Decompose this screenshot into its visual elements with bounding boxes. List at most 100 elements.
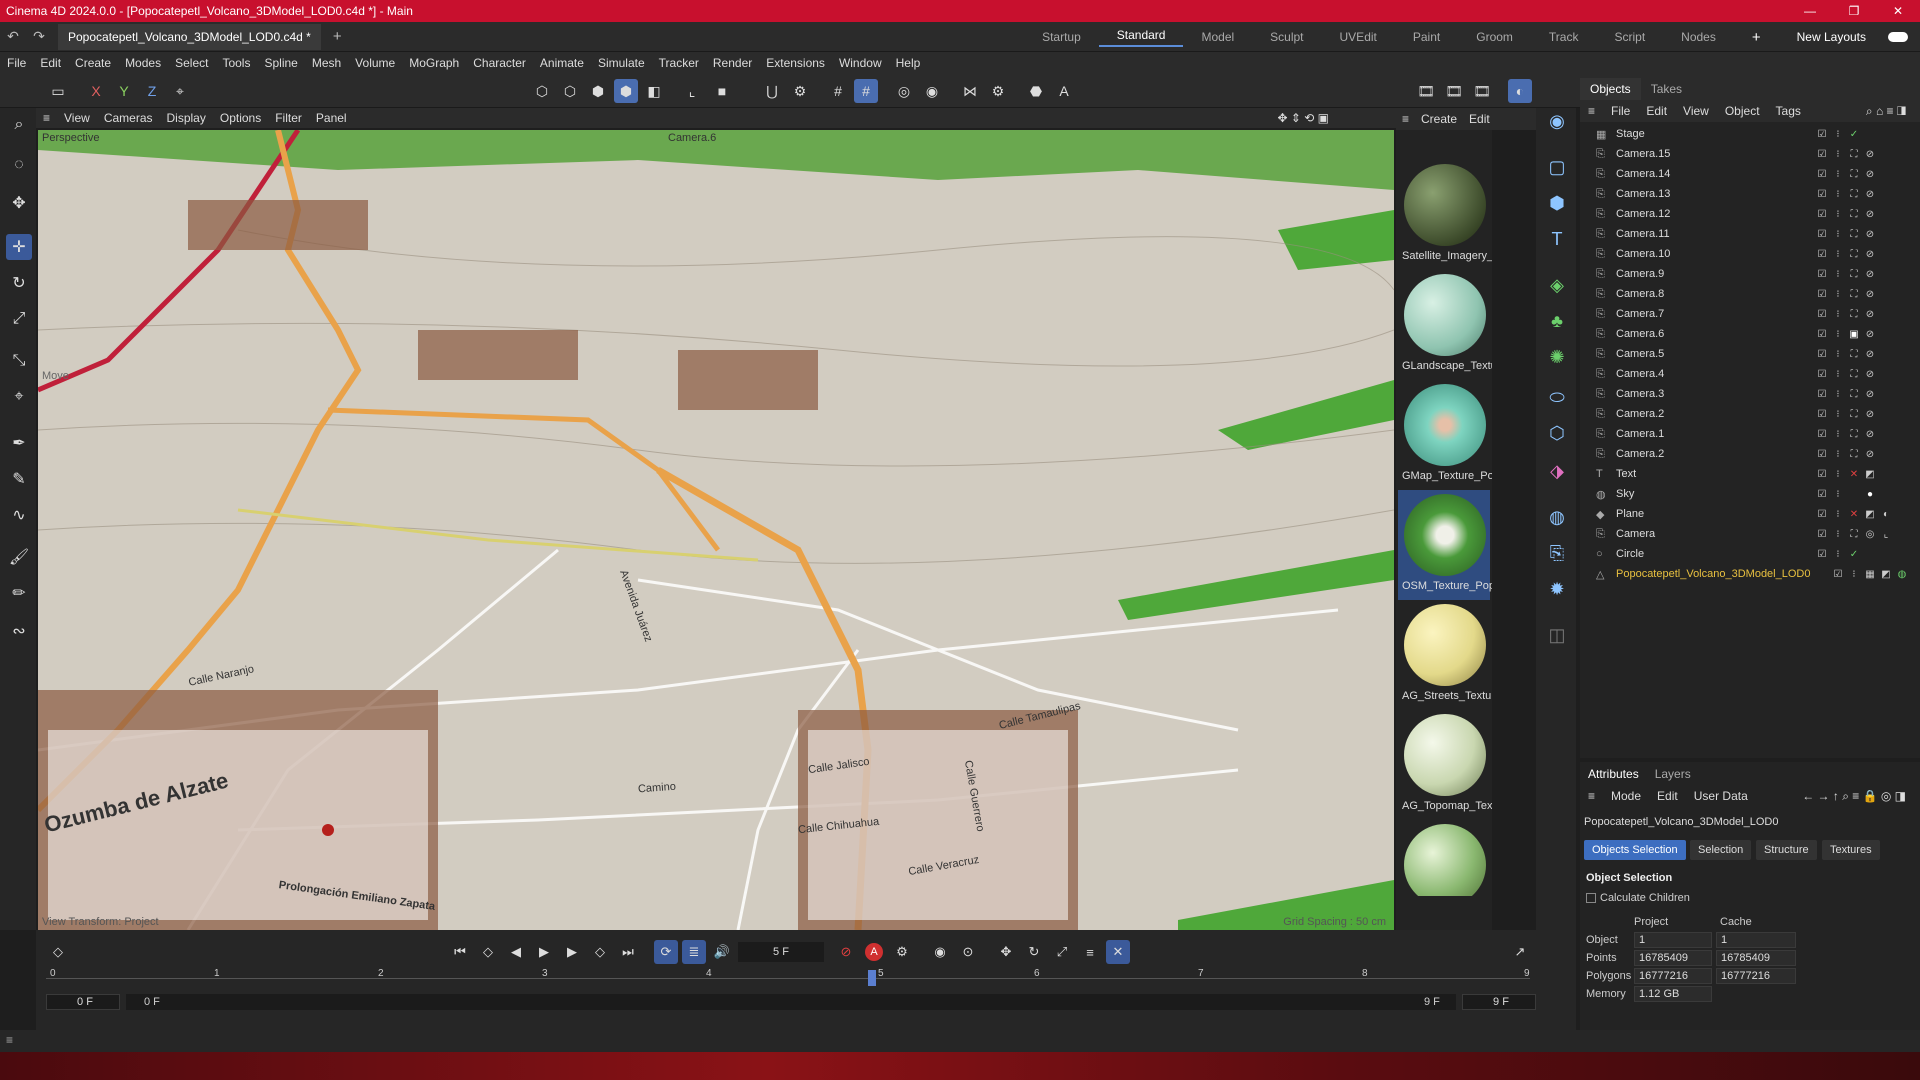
undo-icon[interactable]: ↶ (0, 28, 26, 45)
attribute-menu-user-data[interactable]: User Data (1686, 789, 1756, 803)
viewport[interactable]: Perspective Camera.6 Move Ozumba de Alza… (38, 130, 1394, 930)
material-swatch[interactable]: AG_Topomap_Tex (1398, 710, 1492, 820)
camera-rig-icon[interactable]: ⎘ (1544, 540, 1570, 566)
object-row[interactable]: △ Popocatepetl_Volcano_3DModel_LOD0 ☑ ⁝ ▦ ◩ ◍ (1594, 564, 1920, 584)
texture-mode-icon[interactable]: ◧ (642, 79, 666, 103)
object-row[interactable]: ⎘ Camera.11 ☑ ⁝ ⛶ ⊘ (1594, 224, 1920, 244)
attribute-hamburger-icon[interactable]: ≡ (1580, 789, 1603, 803)
edges-mode-icon[interactable]: ⬡ (558, 79, 582, 103)
playback-mode-icon[interactable]: ≣ (682, 940, 706, 964)
maximize-icon[interactable]: ❐ (1832, 0, 1876, 22)
menu-render[interactable]: Render (706, 56, 759, 70)
render-picture-icon[interactable]: 🎞 (1442, 79, 1466, 103)
material-hamburger-icon[interactable]: ≡ (1396, 112, 1415, 126)
disabled-tool-icon[interactable]: ◫ (1544, 622, 1570, 648)
spline-pen-icon[interactable]: ✒ (6, 430, 32, 456)
layout-sculpt[interactable]: Sculpt (1252, 30, 1321, 44)
layout-nodes[interactable]: Nodes (1663, 30, 1734, 44)
record-icon[interactable]: ⊘ (834, 940, 858, 964)
primitive-cube-icon[interactable]: ▢ (1544, 154, 1570, 180)
tool-settings-icon[interactable]: ⚙ (986, 79, 1010, 103)
object-hamburger-icon[interactable]: ≡ (1580, 104, 1603, 118)
key-settings-icon[interactable]: ⚙ (890, 940, 914, 964)
menu-animate[interactable]: Animate (533, 56, 591, 70)
document-tab[interactable]: Popocatepetl_Volcano_3DModel_LOD0.c4d * (58, 23, 321, 50)
symmetry-icon[interactable]: ⋈ (958, 79, 982, 103)
object-row[interactable]: ⎘ Camera.3 ☑ ⁝ ⛶ ⊘ (1594, 384, 1920, 404)
material-swatch[interactable]: OSM_Texture_Pop (1398, 490, 1492, 600)
object-menu-object[interactable]: Object (1717, 104, 1768, 118)
render-view-icon[interactable]: ◎ (892, 79, 916, 103)
coordinate-system-icon[interactable]: ⌖ (168, 79, 192, 103)
lock-z-axis-icon[interactable]: Z (140, 79, 164, 103)
spline-smooth-icon[interactable]: ∿ (6, 502, 32, 528)
object-row[interactable]: ⎘ Camera.2 ☑ ⁝ ⛶ ⊘ (1594, 404, 1920, 424)
previous-key-icon[interactable]: ◇ (476, 940, 500, 964)
display-icon[interactable]: ⬣ (1024, 79, 1048, 103)
menu-character[interactable]: Character (466, 56, 533, 70)
transform-icon[interactable]: ✥ (6, 190, 32, 216)
cloner-icon[interactable]: ♣ (1544, 308, 1570, 334)
field-icon[interactable]: ⬡ (1544, 420, 1570, 446)
attribute-menu-mode[interactable]: Mode (1603, 789, 1649, 803)
timeline-end-field[interactable]: 9 F (1462, 994, 1536, 1010)
menu-simulate[interactable]: Simulate (591, 56, 652, 70)
workplane-icon[interactable]: # (854, 79, 878, 103)
object-row[interactable]: ⎘ Camera.2 ☑ ⁝ ⛶ ⊘ (1594, 444, 1920, 464)
model-mode-icon[interactable]: ⬢ (614, 79, 638, 103)
tab-takes[interactable]: Takes (1641, 82, 1692, 96)
object-row[interactable]: ⎘ Camera.10 ☑ ⁝ ⛶ ⊘ (1594, 244, 1920, 264)
object-row[interactable]: ○ Circle ☑ ⁝ ✓ (1594, 544, 1920, 564)
status-menu-icon[interactable]: ≡ (6, 1033, 13, 1047)
material-swatch[interactable]: GMap_Texture_Po (1398, 380, 1492, 490)
timeline-graph-icon[interactable]: ↗ (1508, 940, 1532, 964)
key-scale-icon[interactable]: ⤢ (1050, 940, 1074, 964)
render-settings-icon[interactable]: ◉ (920, 79, 944, 103)
menu-volume[interactable]: Volume (348, 56, 402, 70)
layout-standard[interactable]: Standard (1098, 28, 1184, 47)
tab-attributes[interactable]: Attributes (1580, 767, 1647, 781)
layout-model[interactable]: Model (1183, 30, 1252, 44)
render-queue-icon[interactable]: 🎞 (1470, 79, 1494, 103)
axis-mode-icon[interactable]: ⌞ (680, 79, 704, 103)
object-menu-edit[interactable]: Edit (1638, 104, 1675, 118)
current-frame-field[interactable]: 5 F (738, 942, 824, 962)
snap-settings-icon[interactable]: ⚙ (788, 79, 812, 103)
previous-frame-icon[interactable]: ◀ (504, 940, 528, 964)
snap-icon[interactable]: ⋃ (760, 79, 784, 103)
snap-move-icon[interactable]: ⤡ (6, 348, 32, 374)
brush-icon[interactable]: 🖌 (6, 544, 32, 570)
go-to-start-icon[interactable]: ⏮ (448, 940, 472, 964)
object-row[interactable]: ▦ Stage ☑ ⁝ ✓ (1594, 124, 1920, 144)
move-tool-icon[interactable]: ✛ (6, 234, 32, 260)
material-swatch[interactable]: GLandscape_Textu (1398, 270, 1492, 380)
points-mode-icon[interactable]: ⬡ (530, 79, 554, 103)
auto-keyframe-icon[interactable]: A (1052, 79, 1076, 103)
object-row[interactable]: ⎘ Camera.1 ☑ ⁝ ⛶ ⊘ (1594, 424, 1920, 444)
generator-icon[interactable]: ◈ (1544, 272, 1570, 298)
menu-create[interactable]: Create (68, 56, 118, 70)
object-menu-view[interactable]: View (1675, 104, 1717, 118)
object-manager-tool-icons[interactable]: ⌕ ⌂ ≡ ◨ (1858, 104, 1914, 119)
structure-button[interactable]: Structure (1756, 840, 1817, 860)
menu-window[interactable]: Window (832, 56, 889, 70)
add-layout-icon[interactable]: + (1734, 29, 1779, 46)
menu-edit[interactable]: Edit (33, 56, 68, 70)
polygons-mode-icon[interactable]: ⬢ (586, 79, 610, 103)
lock-x-axis-icon[interactable]: X (84, 79, 108, 103)
keyframe-diamond-icon[interactable]: ◇ (46, 940, 70, 964)
text-object-icon[interactable]: T (1544, 226, 1570, 252)
solo-icon[interactable]: ■ (710, 79, 734, 103)
camera-object-icon[interactable]: ◉ (1544, 108, 1570, 134)
tab-objects[interactable]: Objects (1580, 78, 1641, 100)
key-pla-icon[interactable]: ◉ (928, 940, 952, 964)
grid-icon[interactable]: # (826, 79, 850, 103)
material-menu-create[interactable]: Create (1415, 112, 1463, 126)
go-to-end-icon[interactable]: ⏭ (616, 940, 640, 964)
tag-icon[interactable]: ⬗ (1544, 458, 1570, 484)
tab-layers[interactable]: Layers (1647, 767, 1699, 781)
material-menu-edit[interactable]: Edit (1463, 112, 1496, 126)
deformer-icon[interactable]: ⬭ (1544, 384, 1570, 410)
key-auto-icon[interactable]: ✕ (1106, 940, 1130, 964)
calculate-children-checkbox[interactable]: Calculate Children (1586, 892, 1690, 904)
